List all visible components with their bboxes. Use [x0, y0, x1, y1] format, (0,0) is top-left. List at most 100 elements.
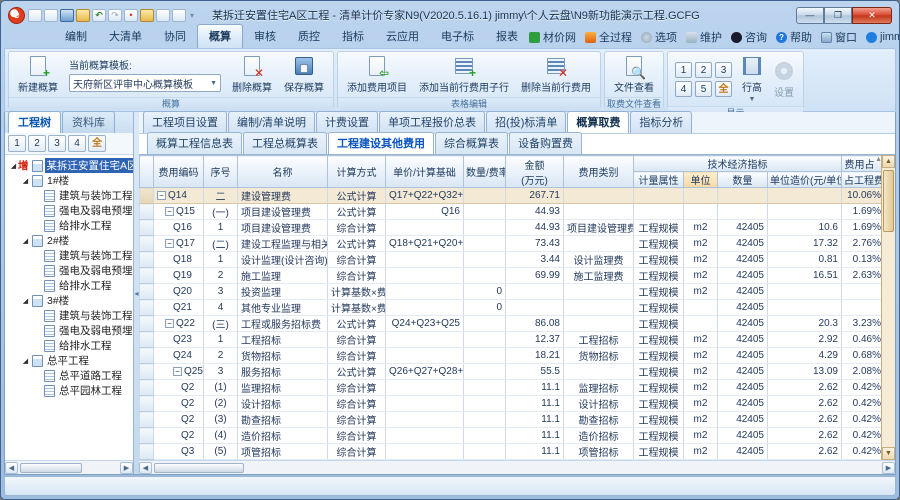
- quickbar-more-icon[interactable]: ▾: [190, 11, 194, 20]
- cell-pct[interactable]: 0.46%: [842, 332, 882, 348]
- cell-basis[interactable]: [386, 460, 464, 461]
- cell-rate[interactable]: 0: [464, 284, 506, 300]
- cell-method[interactable]: 综合计算: [328, 348, 386, 364]
- table-row[interactable]: Q2(2)设计招标综合计算11.1设计招标工程规模m2424052.620.42…: [140, 396, 882, 412]
- tree-horizontal-scrollbar[interactable]: ◀ ▶: [5, 460, 133, 474]
- menu-item-全过程[interactable]: 全过程: [585, 29, 632, 45]
- cell-amount[interactable]: 3.44: [506, 252, 564, 268]
- row-selector-cell[interactable]: [140, 252, 154, 268]
- print-icon[interactable]: [44, 9, 58, 22]
- delete-row-button[interactable]: ✕ 删除当前行费用: [517, 54, 595, 95]
- mail-icon[interactable]: [156, 9, 170, 22]
- cell-unit[interactable]: [684, 204, 718, 220]
- row-selector-cell[interactable]: [140, 348, 154, 364]
- tree-node[interactable]: 强电及弱电预埋工程: [7, 203, 133, 218]
- cell-attr[interactable]: 工程规模: [634, 236, 684, 252]
- file-view-button[interactable]: 🔍 文件查看: [610, 54, 658, 95]
- cell-seq[interactable]: (二): [204, 236, 238, 252]
- cell-category[interactable]: 货物招标: [564, 348, 634, 364]
- cell-category[interactable]: [564, 236, 634, 252]
- cell-amount[interactable]: [506, 460, 564, 461]
- row-selector-cell[interactable]: [140, 412, 154, 428]
- cell-attr[interactable]: 工程规模: [634, 284, 684, 300]
- cell-basis[interactable]: [386, 252, 464, 268]
- cell-pct[interactable]: [842, 300, 882, 316]
- cell-unit[interactable]: m2: [684, 268, 718, 284]
- cell-amount[interactable]: 44.93: [506, 204, 564, 220]
- folder-icon[interactable]: [76, 9, 90, 22]
- tree-expander-icon[interactable]: ◢: [21, 237, 30, 245]
- cell-basis[interactable]: [386, 332, 464, 348]
- cell-attr[interactable]: 工程规模: [634, 348, 684, 364]
- cell-qty[interactable]: 42405: [718, 444, 768, 460]
- table-row[interactable]: Q231工程招标综合计算12.37工程招标工程规模m2424052.920.46…: [140, 332, 882, 348]
- tree-level-button-全[interactable]: 全: [88, 135, 106, 152]
- cell-pct[interactable]: 0.42%: [842, 428, 882, 444]
- table-row[interactable]: −Q14二建设管理费公式计算Q17+Q22+Q32+Q15267.7110.06…: [140, 188, 882, 204]
- row-selector-cell[interactable]: [140, 300, 154, 316]
- cell-attr[interactable]: 工程规模: [634, 396, 684, 412]
- cell-unitcost[interactable]: 20.3: [768, 316, 842, 332]
- cell-qty[interactable]: 42405: [718, 412, 768, 428]
- ribbon-tab-电子标[interactable]: 电子标: [430, 25, 485, 48]
- tree-expander-icon[interactable]: ◢: [21, 177, 30, 185]
- cell-pct[interactable]: 0.13%: [842, 252, 882, 268]
- cell-category[interactable]: [564, 316, 634, 332]
- cell-code[interactable]: −Q25: [154, 364, 204, 380]
- cell-name[interactable]: 勘查招标: [238, 412, 328, 428]
- cell-rate[interactable]: [464, 236, 506, 252]
- cell-rate[interactable]: [464, 428, 506, 444]
- cell-unit[interactable]: m2: [684, 252, 718, 268]
- cell-seq[interactable]: 二: [204, 188, 238, 204]
- menu-item-窗口[interactable]: 窗口: [821, 29, 857, 45]
- tree-level-button-1[interactable]: 1: [8, 135, 26, 152]
- cell-qty[interactable]: 42405: [718, 252, 768, 268]
- tree-node[interactable]: 给排水工程: [7, 338, 133, 353]
- cell-unitcost[interactable]: 13.09: [768, 364, 842, 380]
- menu-item-咨询[interactable]: 咨询: [731, 29, 767, 45]
- cell-basis[interactable]: Q24+Q23+Q25: [386, 316, 464, 332]
- cell-unitcost[interactable]: 2.62: [768, 396, 842, 412]
- cell-amount[interactable]: 12.37: [506, 332, 564, 348]
- tab-工程项目设置[interactable]: 工程项目设置: [143, 111, 227, 133]
- cell-basis[interactable]: [386, 396, 464, 412]
- cell-basis[interactable]: [386, 412, 464, 428]
- cell-attr[interactable]: 工程规模: [634, 460, 684, 461]
- scrollbar-thumb[interactable]: [883, 170, 894, 232]
- tree-node[interactable]: ◢3#楼: [7, 293, 133, 308]
- table-row[interactable]: Q3(6)其他中介服务招标单价×数量工程规模m242405: [140, 460, 882, 461]
- cell-seq[interactable]: (4): [204, 428, 238, 444]
- cell-amount[interactable]: 11.1: [506, 444, 564, 460]
- tree-node[interactable]: 总平园林工程: [7, 383, 133, 398]
- sort-icon[interactable]: ▲: [875, 156, 881, 163]
- cell-category[interactable]: 造价招标: [564, 428, 634, 444]
- template-dropdown[interactable]: 天府新区评审中心概算模板 ▼: [69, 74, 221, 92]
- cell-method[interactable]: 公式计算: [328, 236, 386, 252]
- ribbon-tab-协同[interactable]: 协同: [153, 25, 197, 48]
- cell-method[interactable]: 公式计算: [328, 364, 386, 380]
- cell-code[interactable]: Q18: [154, 252, 204, 268]
- cell-rate[interactable]: [464, 252, 506, 268]
- table-row[interactable]: Q192施工监理综合计算69.99施工监理费工程规模m24240516.512.…: [140, 268, 882, 284]
- scrollbar-thumb[interactable]: [154, 463, 244, 473]
- cell-code[interactable]: −Q17: [154, 236, 204, 252]
- cell-attr[interactable]: 工程规模: [634, 428, 684, 444]
- cell-name[interactable]: 项目建设管理费: [238, 220, 328, 236]
- cell-rate[interactable]: [464, 412, 506, 428]
- cell-category[interactable]: [564, 188, 634, 204]
- cell-category[interactable]: [564, 300, 634, 316]
- new-icon[interactable]: [28, 9, 42, 22]
- scrollbar-thumb[interactable]: [20, 463, 82, 473]
- cell-code[interactable]: Q3: [154, 444, 204, 460]
- cell-seq[interactable]: (5): [204, 444, 238, 460]
- cell-attr[interactable]: 工程规模: [634, 364, 684, 380]
- scroll-right-icon[interactable]: ▶: [120, 462, 133, 474]
- cell-unitcost[interactable]: 2.92: [768, 332, 842, 348]
- cell-unit[interactable]: m2: [684, 412, 718, 428]
- cell-code[interactable]: −Q22: [154, 316, 204, 332]
- cell-seq[interactable]: 3: [204, 364, 238, 380]
- folder-open-icon[interactable]: [140, 9, 154, 22]
- cell-basis[interactable]: Q26+Q27+Q28+Q29: [386, 364, 464, 380]
- cell-attr[interactable]: 工程规模: [634, 316, 684, 332]
- level-button-全[interactable]: 全: [715, 81, 732, 97]
